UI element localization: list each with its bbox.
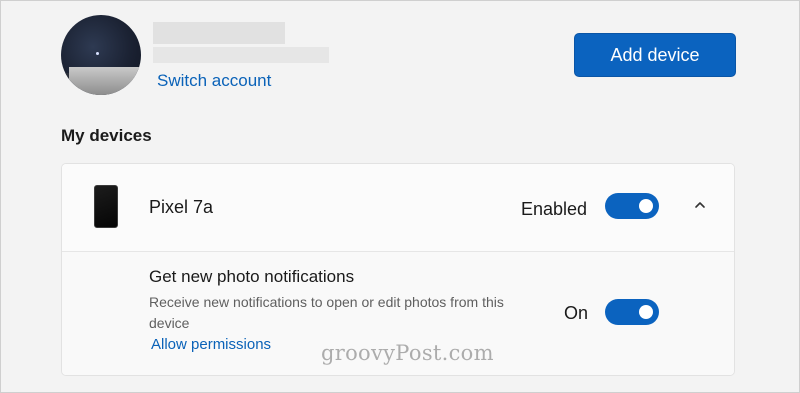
chevron-up-icon[interactable] (692, 197, 708, 213)
account-email-redacted (153, 47, 329, 63)
account-name-redacted (153, 22, 285, 44)
my-devices-heading: My devices (61, 126, 152, 145)
avatar (61, 15, 141, 95)
device-enabled-toggle[interactable] (605, 193, 659, 219)
device-status-label: Enabled (521, 199, 588, 219)
device-row[interactable]: Pixel 7a Enabled (62, 164, 734, 251)
avatar-photo-light (96, 52, 99, 55)
avatar-photo-ledge (69, 67, 139, 95)
photo-notifications-toggle[interactable] (605, 299, 659, 325)
toggle-knob (639, 305, 653, 319)
switch-account-link[interactable]: Switch account (157, 71, 271, 91)
toggle-knob (639, 199, 653, 213)
phone-icon (94, 185, 118, 228)
watermark: groovyPost.com (321, 341, 494, 365)
allow-permissions-link[interactable]: Allow permissions (151, 336, 271, 353)
device-name: Pixel 7a (149, 197, 214, 217)
setting-state-label: On (564, 303, 589, 323)
setting-description: Receive new notifications to open or edi… (149, 294, 504, 331)
add-device-button[interactable]: Add device (574, 33, 736, 77)
setting-title: Get new photo notifications (149, 267, 355, 286)
